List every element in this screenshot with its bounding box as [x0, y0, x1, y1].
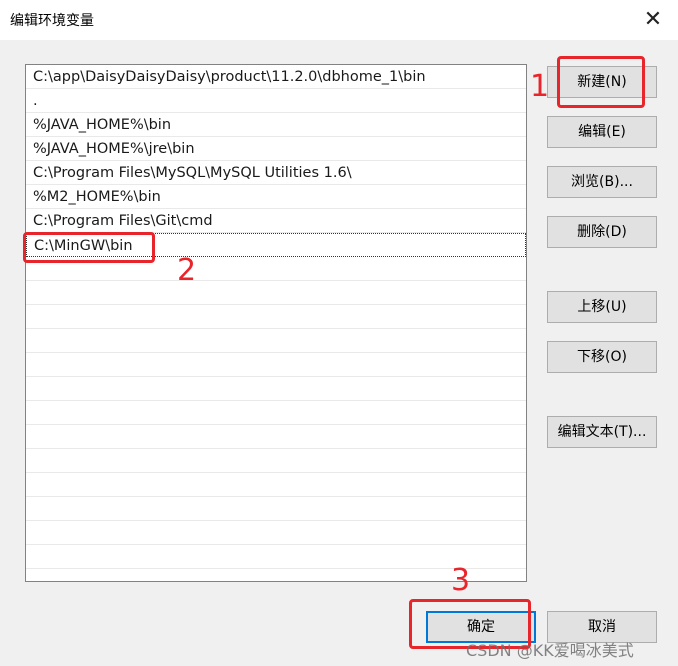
watermark: CSDN @KK爱喝冰美式 [466, 641, 634, 660]
move-down-button[interactable]: 下移(O) [547, 341, 657, 373]
edit-text-button[interactable]: 编辑文本(T)... [547, 416, 657, 448]
window-title: 编辑环境变量 [10, 13, 94, 29]
empty-list-row[interactable] [26, 353, 526, 377]
annotation-number-1: 1 [530, 69, 550, 104]
empty-list-row[interactable] [26, 497, 526, 521]
list-item[interactable]: %JAVA_HOME%\jre\bin [26, 137, 526, 161]
close-icon[interactable]: ✕ [640, 8, 666, 34]
empty-list-row[interactable] [26, 329, 526, 353]
delete-button[interactable]: 删除(D) [547, 216, 657, 248]
empty-list-row[interactable] [26, 305, 526, 329]
list-item[interactable]: C:\Program Files\MySQL\MySQL Utilities 1… [26, 161, 526, 185]
move-up-button[interactable]: 上移(U) [547, 291, 657, 323]
empty-list-row[interactable] [26, 257, 526, 281]
edit-button[interactable]: 编辑(E) [547, 116, 657, 148]
list-item[interactable]: %M2_HOME%\bin [26, 185, 526, 209]
list-item[interactable]: . [26, 89, 526, 113]
empty-list-row[interactable] [26, 473, 526, 497]
list-item[interactable]: %JAVA_HOME%\bin [26, 113, 526, 137]
new-button[interactable]: 新建(N) [547, 66, 657, 98]
title-bar: 编辑环境变量 ✕ [0, 0, 678, 40]
list-item[interactable]: C:\Program Files\Git\cmd [26, 209, 526, 233]
empty-list-row[interactable] [26, 425, 526, 449]
annotation-number-2: 2 [177, 253, 197, 288]
empty-list-row[interactable] [26, 281, 526, 305]
empty-list-row[interactable] [26, 377, 526, 401]
list-item-selected[interactable]: C:\MinGW\bin [26, 233, 526, 257]
annotation-number-3: 3 [451, 563, 471, 598]
list-item[interactable]: C:\app\DaisyDaisyDaisy\product\11.2.0\db… [26, 65, 526, 89]
empty-list-row[interactable] [26, 521, 526, 545]
browse-button[interactable]: 浏览(B)... [547, 166, 657, 198]
empty-list-row[interactable] [26, 449, 526, 473]
path-list[interactable]: C:\app\DaisyDaisyDaisy\product\11.2.0\db… [25, 64, 527, 582]
empty-list-row[interactable] [26, 401, 526, 425]
